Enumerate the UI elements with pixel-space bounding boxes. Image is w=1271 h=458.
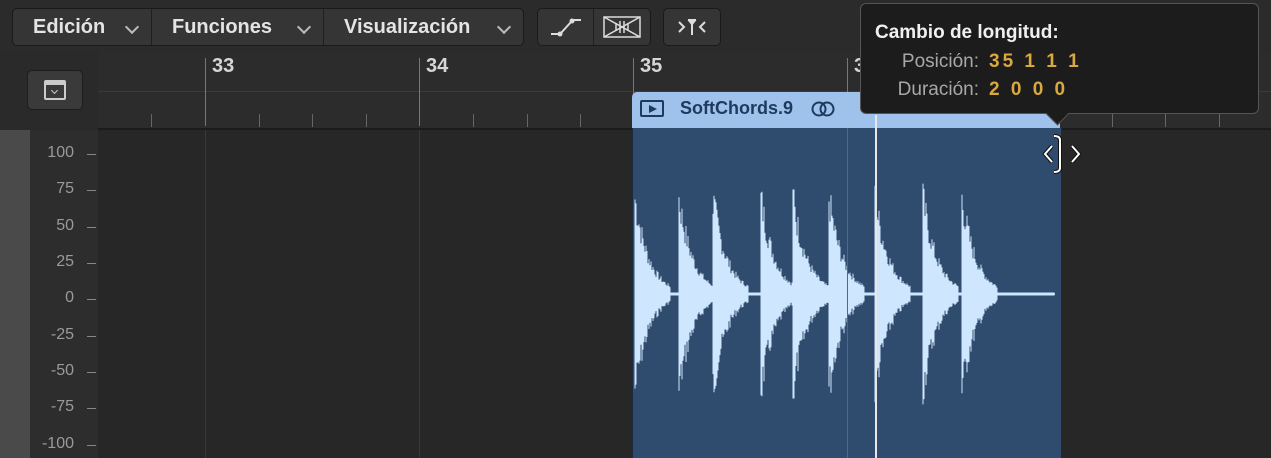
scale-label: -75: [50, 398, 74, 415]
scale-label: -100: [41, 435, 74, 452]
scale-label: -50: [50, 362, 74, 379]
menu-bar: Edición Funciones Visualización: [12, 8, 524, 46]
scale-label: 100: [47, 144, 74, 161]
audio-region[interactable]: [632, 128, 1062, 458]
grid-line: [419, 130, 420, 458]
grid-line: [205, 130, 206, 458]
amplitude-scale: 100 75 50 25 0 -25 -50 -75 -100: [30, 130, 99, 458]
grid-line: [847, 128, 848, 458]
bar-number: 33: [212, 55, 235, 77]
automation-curve-button[interactable]: [538, 9, 593, 45]
ruler-tick: [1112, 114, 1113, 127]
scale-tick: [87, 408, 96, 409]
ruler-tick: [151, 114, 152, 127]
chevron-down-icon: [296, 19, 312, 35]
track-view-button[interactable]: [27, 70, 83, 110]
scale-tick: [87, 190, 96, 191]
ruler-tick: [580, 114, 581, 127]
resize-cursor-icon: [1042, 134, 1082, 174]
scale-tick: [87, 299, 96, 300]
zoom-to-fit-icon: [677, 19, 706, 35]
stereo-link-icon: [811, 101, 835, 117]
ruler-tick: [259, 114, 260, 127]
zoom-button-group: [663, 8, 721, 46]
chevron-down-icon: [496, 19, 512, 35]
ruler-tick: [473, 114, 474, 127]
bar-marker: [205, 58, 206, 126]
chevron-down-icon: [124, 19, 140, 35]
duration-value: 2 0 0 0: [989, 79, 1069, 100]
scale-tick: [87, 336, 96, 337]
automation-curve-icon: [550, 18, 581, 37]
ruler-tick: [527, 114, 528, 127]
region-name: SoftChords.9: [680, 98, 794, 118]
menu-funciones[interactable]: Funciones: [151, 9, 323, 45]
position-label: Posición:: [901, 51, 979, 72]
scale-tick: [87, 263, 96, 264]
menu-visualizacion[interactable]: Visualización: [323, 9, 523, 45]
scale-label: 0: [65, 289, 74, 306]
zoom-to-fit-button[interactable]: [664, 9, 719, 45]
crossfade-icon: [602, 16, 641, 38]
scale-label: 25: [56, 253, 74, 270]
scale-tick: [87, 227, 96, 228]
scale-label: 50: [56, 217, 74, 234]
scale-tick: [87, 372, 96, 373]
tool-button-group: [537, 8, 651, 46]
duration-label: Duración:: [897, 79, 979, 100]
bar-marker: [419, 58, 420, 126]
menu-visualizacion-label: Visualización: [344, 15, 471, 38]
ruler-tick: [366, 114, 367, 127]
bar-number: 35: [640, 55, 663, 77]
length-change-tooltip: Cambio de longitud: Posición: 35 1 1 1 D…: [860, 3, 1259, 126]
play-icon: [640, 100, 664, 117]
scale-label: 75: [56, 180, 74, 197]
crossfade-button[interactable]: [593, 9, 649, 45]
menu-edicion[interactable]: Edición: [13, 9, 151, 45]
playhead[interactable]: [875, 115, 877, 458]
window-dropdown-icon: [44, 80, 66, 100]
ruler-tick: [1219, 114, 1220, 127]
menu-edicion-label: Edición: [33, 15, 106, 38]
tooltip-title: Cambio de longitud:: [875, 22, 1059, 43]
scale-label: -25: [50, 326, 74, 343]
ruler-tick: [312, 114, 313, 127]
scale-tick: [87, 445, 96, 446]
position-value: 35 1 1 1: [989, 51, 1082, 72]
bar-number: 34: [426, 55, 449, 77]
ruler-tick: [1165, 114, 1166, 127]
scale-tick: [87, 154, 96, 155]
menu-funciones-label: Funciones: [172, 15, 273, 38]
